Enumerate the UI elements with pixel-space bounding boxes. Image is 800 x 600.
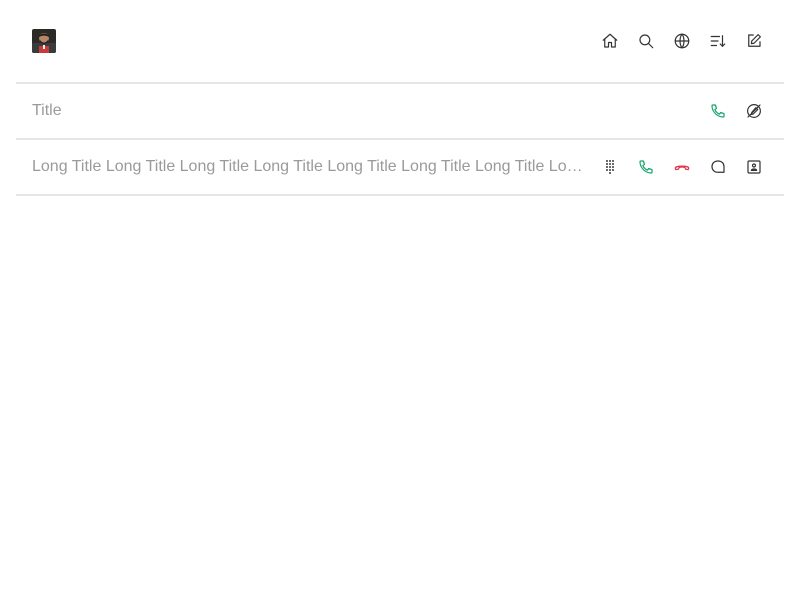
hangup-icon bbox=[674, 165, 690, 171]
home-button[interactable] bbox=[592, 23, 628, 59]
app-root: Title Long Title Long Title Long Title L… bbox=[0, 0, 800, 600]
edit-icon bbox=[748, 34, 761, 47]
sort-button[interactable] bbox=[700, 23, 736, 59]
contact-icon bbox=[747, 160, 761, 174]
call-button[interactable] bbox=[700, 93, 736, 129]
home-icon bbox=[602, 33, 618, 48]
header-actions bbox=[592, 23, 772, 59]
chat-icon bbox=[711, 160, 725, 173]
phone-icon bbox=[711, 104, 725, 118]
dialpad-icon bbox=[606, 160, 614, 174]
call-button[interactable] bbox=[628, 149, 664, 185]
sort-icon bbox=[710, 35, 726, 47]
avatar[interactable] bbox=[32, 29, 56, 53]
row-title[interactable]: Title bbox=[16, 84, 784, 140]
edit-button[interactable] bbox=[736, 23, 772, 59]
chat-button[interactable] bbox=[700, 149, 736, 185]
row-title-text: Title bbox=[32, 102, 62, 119]
search-icon bbox=[639, 34, 654, 49]
row-long-title[interactable]: Long Title Long Title Long Title Long Ti… bbox=[16, 140, 784, 196]
language-button[interactable] bbox=[664, 23, 700, 59]
globe-icon bbox=[674, 33, 690, 49]
row-long-title-actions bbox=[592, 149, 772, 185]
video-off-icon bbox=[747, 104, 761, 118]
search-button[interactable] bbox=[628, 23, 664, 59]
row-long-title-text: Long Title Long Title Long Title Long Ti… bbox=[32, 158, 588, 175]
header-bar bbox=[16, 0, 784, 84]
row-title-actions bbox=[700, 93, 772, 129]
phone-icon bbox=[639, 160, 653, 174]
dialpad-button[interactable] bbox=[592, 149, 628, 185]
hangup-button[interactable] bbox=[664, 149, 700, 185]
video-off-button[interactable] bbox=[736, 93, 772, 129]
contact-button[interactable] bbox=[736, 149, 772, 185]
